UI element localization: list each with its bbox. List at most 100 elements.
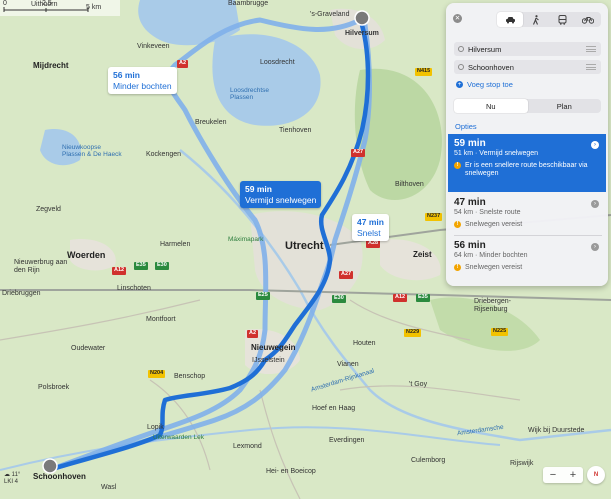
route-description: 64 km · Minder bochten (454, 251, 528, 259)
time-mode-now[interactable]: Nu (454, 99, 528, 113)
road-shield-n415: N415 (415, 68, 433, 76)
route-description: 51 km · Vermijd snelwegen (454, 149, 539, 157)
route-option-fastest[interactable]: 47 min 54 km · Snelste route ! Snelwegen… (448, 193, 606, 235)
place-label: Vianen (337, 361, 359, 368)
add-stop-button[interactable]: + Voeg stop toe (456, 80, 513, 89)
road-shield-a27: A27 (339, 271, 354, 279)
close-button[interactable]: ✕ (453, 14, 462, 23)
place-label: Baambrugge (228, 0, 269, 7)
road-shield-a2: A2 (177, 60, 189, 68)
transport-mode-selector (497, 12, 601, 27)
start-marker (354, 10, 370, 26)
road-shield-n229: N229 (404, 329, 422, 337)
place-label: Tienhoven (279, 127, 312, 134)
place-label-schoonhoven: Schoonhoven (33, 472, 86, 481)
route-time: 47 min (454, 197, 486, 208)
place-label: Montfoort (146, 316, 176, 323)
callout-fewer-turns[interactable]: 56 min Minder bochten (108, 67, 177, 95)
add-stop-label: Voeg stop toe (467, 80, 513, 89)
poi-label: Uiterwaarden Lek (153, 434, 204, 441)
place-label: Nieuwegein (251, 343, 296, 352)
weather-widget[interactable]: ☁ 11° LKI 4 (4, 472, 20, 486)
road-shield-e25: E25 (256, 292, 270, 300)
route-info-button[interactable]: › (591, 141, 599, 149)
callout-label: Vermijd snelwegen (245, 194, 317, 205)
waypoint-dot-icon (458, 64, 464, 70)
car-icon (505, 16, 515, 23)
place-label: Hei- en Boeicop (266, 468, 316, 475)
water-label: Nieuwkoopse Plassen & De Haeck (62, 144, 122, 158)
callout-label: Snelst (357, 227, 381, 238)
route-time: 56 min (454, 240, 486, 251)
walking-icon (532, 14, 539, 25)
place-label: Harmelen (160, 241, 191, 248)
mode-driving[interactable] (497, 12, 523, 27)
place-label: Linschoten (117, 285, 151, 292)
bus-icon (558, 14, 566, 25)
mode-cycling[interactable] (575, 12, 601, 27)
waypoint-start[interactable]: Hilversum (454, 42, 601, 56)
weather-temp: 11° (11, 472, 21, 478)
place-label: Benschop (174, 373, 206, 380)
place-label: 's-Graveland (310, 11, 350, 18)
place-label: Rijswijk (510, 460, 534, 467)
mode-walking[interactable] (523, 12, 549, 27)
road-shield-a2: A2 (247, 330, 259, 338)
place-label: Uithoorn (31, 1, 58, 8)
drag-handle-icon[interactable] (586, 64, 596, 70)
route-warning-text: Snelwegen vereist (465, 263, 523, 271)
water-label: Loosdrechtse Plassen (230, 87, 270, 101)
place-label: Houten (353, 340, 376, 347)
directions-panel: ✕ Hilversum Schoonhoven + Voeg stop toe … (446, 3, 608, 286)
callout-selected-route[interactable]: 59 min Vermijd snelwegen (240, 181, 322, 209)
callout-fastest[interactable]: 47 min Snelst (352, 214, 389, 242)
road-shield-a12: A12 (393, 294, 408, 302)
route-warning: ! Er is een snellere route beschikbaar v… (454, 161, 600, 179)
waypoint-destination[interactable]: Schoonhoven (454, 60, 601, 74)
waypoint-dot-icon (458, 46, 464, 52)
close-icon: ✕ (454, 15, 461, 22)
options-link[interactable]: Opties (455, 122, 477, 131)
road-shield-a12: A12 (112, 267, 127, 275)
compass-button[interactable]: N (587, 466, 605, 484)
route-warning: ! Snelwegen vereist (454, 263, 600, 272)
place-label: Lopik (147, 424, 164, 431)
place-label: Zegveld (36, 206, 61, 213)
plus-icon: + (456, 81, 463, 88)
route-warning: ! Snelwegen vereist (454, 220, 600, 229)
route-option-selected[interactable]: 59 min 51 km · Vermijd snelwegen ! Er is… (448, 134, 606, 192)
route-description: 54 km · Snelste route (454, 208, 521, 216)
route-info-button[interactable]: › (591, 200, 599, 208)
drag-handle-icon[interactable] (586, 46, 596, 52)
warning-icon: ! (454, 220, 461, 228)
road-shield-e30: E30 (155, 262, 169, 270)
callout-label: Minder bochten (113, 80, 172, 91)
place-label: Culemborg (411, 457, 446, 464)
route-option-fewer-turns[interactable]: 56 min 64 km · Minder bochten ! Snelwege… (448, 236, 606, 282)
mode-transit[interactable] (549, 12, 575, 27)
place-label: Driebruggen (2, 290, 41, 297)
scale-zero: 0 (3, 0, 7, 7)
place-label: Polsbroek (38, 384, 70, 391)
place-label: Mijdrecht (33, 61, 69, 70)
zoom-out-button[interactable]: − (543, 467, 563, 483)
warning-icon: ! (454, 263, 461, 271)
route-info-button[interactable]: › (591, 243, 599, 251)
place-label: Oudewater (71, 345, 106, 352)
road-shield-n225: N225 (491, 328, 509, 336)
warning-icon: ! (454, 161, 461, 169)
waypoint-label: Schoonhoven (468, 62, 514, 72)
cloud-icon: ☁ (4, 472, 10, 478)
destination-marker (42, 458, 58, 474)
place-label: Hoef en Haag (312, 405, 356, 412)
place-label: Woerden (67, 250, 106, 260)
zoom-in-button[interactable]: + (563, 467, 583, 483)
road-shield-n204: N204 (148, 370, 166, 378)
scale-ruler (3, 7, 89, 12)
route-warning-text: Er is een snellere route beschikbaar via… (465, 161, 588, 178)
poi-label: Máximapark (228, 236, 264, 243)
time-mode-plan[interactable]: Plan (528, 99, 602, 113)
waypoint-label: Hilversum (468, 44, 502, 54)
time-mode-selector: Nu Plan (454, 99, 601, 113)
place-label: IJsselstein (252, 357, 285, 364)
